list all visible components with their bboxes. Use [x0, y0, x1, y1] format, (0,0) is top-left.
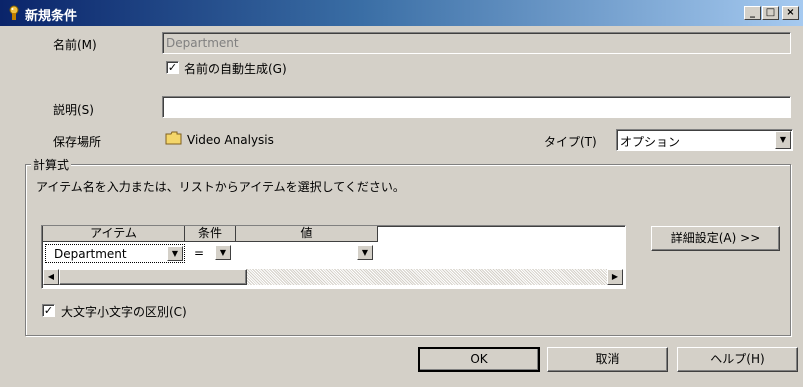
row-value-cell[interactable]: ▼ — [237, 244, 378, 263]
wizard-icon — [9, 5, 19, 20]
column-header-condition[interactable]: 条件 — [185, 226, 236, 242]
case-sensitive-checkbox[interactable]: ✓ — [42, 304, 55, 317]
name-label: 名前(M) — [53, 38, 97, 52]
formula-instruction: アイテム名を入力または、リストからアイテムを選択してください。 — [36, 180, 405, 194]
row-condition-value: = — [194, 246, 205, 260]
name-field: Department — [162, 32, 791, 54]
description-input[interactable] — [162, 96, 791, 118]
cancel-button[interactable]: 取消 — [547, 347, 668, 372]
type-select[interactable]: オプション ▼ — [616, 129, 793, 151]
location-label: 保存場所 — [53, 135, 102, 149]
formula-group-label: 計算式 — [31, 156, 72, 173]
window-title: 新規条件 — [25, 9, 78, 24]
case-sensitive-label: 大文字小文字の区別(C) — [61, 305, 187, 319]
table-row: Department ▼ = ▼ ▼ — [43, 243, 379, 265]
type-label: タイプ(T) — [544, 135, 597, 149]
minimize-button[interactable]: _ — [744, 6, 761, 20]
type-value: オプション — [620, 135, 681, 149]
chevron-down-icon[interactable]: ▼ — [357, 245, 373, 260]
row-item-value: Department — [54, 247, 127, 261]
chevron-down-icon[interactable]: ▼ — [775, 131, 791, 149]
close-button[interactable]: × — [782, 6, 799, 20]
row-condition-cell[interactable]: = ▼ — [186, 244, 236, 263]
description-label: 説明(S) — [53, 103, 94, 117]
chevron-down-icon[interactable]: ▼ — [167, 246, 183, 261]
name-value: Department — [166, 36, 239, 50]
auto-name-label: 名前の自動生成(G) — [184, 62, 287, 76]
new-condition-dialog: 新規条件 _ □ × 名前(M) Department ✓ 名前の自動生成(G)… — [0, 0, 803, 387]
location-value: Video Analysis — [187, 133, 274, 147]
horizontal-scrollbar[interactable]: ◀ ▶ — [43, 269, 623, 285]
column-header-value[interactable]: 値 — [236, 226, 378, 242]
scroll-right-icon[interactable]: ▶ — [607, 269, 623, 285]
row-item-cell[interactable]: Department ▼ — [45, 244, 185, 263]
ok-button[interactable]: OK — [418, 347, 540, 372]
condition-grid[interactable]: アイテム 条件 値 Department ▼ = ▼ ▼ ◀ ▶ — [41, 225, 626, 289]
maximize-button[interactable]: □ — [762, 6, 779, 20]
folder-icon — [165, 131, 182, 145]
title-bar[interactable]: 新規条件 _ □ × — [0, 0, 803, 26]
chevron-down-icon[interactable]: ▼ — [215, 245, 231, 260]
scrollbar-thumb[interactable] — [59, 269, 247, 285]
column-header-item[interactable]: アイテム — [43, 226, 185, 242]
auto-name-checkbox[interactable]: ✓ — [166, 61, 179, 74]
scroll-left-icon[interactable]: ◀ — [43, 269, 59, 285]
advanced-settings-button[interactable]: 詳細設定(A) >> — [651, 226, 780, 251]
help-button[interactable]: ヘルプ(H) — [677, 347, 798, 372]
